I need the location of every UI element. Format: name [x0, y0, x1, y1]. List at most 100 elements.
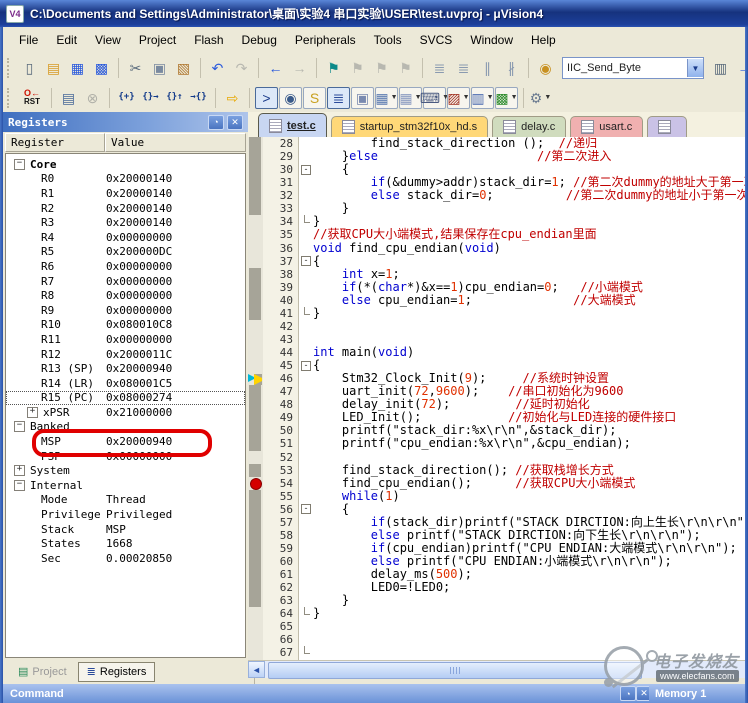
- value-column-label[interactable]: Value: [105, 133, 246, 152]
- save-all-button[interactable]: ▩: [90, 57, 113, 79]
- editor-tab-delay-c[interactable]: delay.c: [492, 116, 566, 137]
- find-in-files-button[interactable]: ◉: [534, 57, 557, 79]
- copy-button[interactable]: ▣: [148, 57, 171, 79]
- comment-button[interactable]: ∥: [476, 57, 499, 79]
- code-line-41[interactable]: 41}: [248, 307, 745, 320]
- code-line-33[interactable]: 33 }: [248, 202, 745, 215]
- scrollbar-thumb[interactable]: [268, 662, 642, 679]
- code-line-65[interactable]: 65: [248, 620, 745, 633]
- register-row-r10[interactable]: R100x080010C8: [6, 318, 245, 333]
- symbols-window-button[interactable]: S: [303, 87, 326, 109]
- register-row-r4[interactable]: R40x00000000: [6, 230, 245, 245]
- register-row-internal[interactable]: −Internal: [6, 478, 245, 493]
- tree-expander-icon[interactable]: −: [14, 480, 25, 491]
- register-row-r9[interactable]: R90x00000000: [6, 303, 245, 318]
- editor-tab-test-c[interactable]: test.c: [258, 113, 327, 137]
- menu-tools[interactable]: Tools: [366, 30, 410, 50]
- toolbar-grip[interactable]: [7, 88, 13, 108]
- navigate-back-button[interactable]: ←: [264, 57, 287, 79]
- menu-flash[interactable]: Flash: [186, 30, 231, 50]
- code-line-64[interactable]: 64}: [248, 607, 745, 620]
- code-line-40[interactable]: 40 else cpu_endian=1; //大端模式: [248, 294, 745, 307]
- menu-debug[interactable]: Debug: [234, 30, 285, 50]
- auto-hide-pin-icon[interactable]: ◔: [620, 686, 636, 701]
- register-row-banked[interactable]: −Banked: [6, 420, 245, 435]
- tree-expander-icon[interactable]: −: [14, 421, 25, 432]
- command-window-button[interactable]: >: [255, 87, 278, 109]
- register-row-r5[interactable]: R50x200000DC: [6, 245, 245, 260]
- current-statement-icon[interactable]: [248, 372, 263, 385]
- fold-marker[interactable]: [299, 163, 313, 176]
- run-to-cursor-button[interactable]: →{}: [187, 87, 210, 109]
- register-row-r14-lr-[interactable]: R14 (LR)0x080001C5: [6, 376, 245, 391]
- code-line-66[interactable]: 66: [248, 633, 745, 646]
- step-over-button[interactable]: {}→: [139, 87, 162, 109]
- breakpoint-icon[interactable]: [248, 477, 263, 490]
- undo-button[interactable]: ↶: [206, 57, 229, 79]
- menu-view[interactable]: View: [87, 30, 129, 50]
- register-row-r15-pc-[interactable]: R15 (PC)0x08000274: [6, 391, 245, 406]
- menu-peripherals[interactable]: Peripherals: [287, 30, 364, 50]
- code-line-63[interactable]: 63 }: [248, 594, 745, 607]
- register-row-r6[interactable]: R60x00000000: [6, 259, 245, 274]
- registers-window-button[interactable]: ≣: [327, 87, 350, 109]
- menu-window[interactable]: Window: [462, 30, 521, 50]
- register-row-xpsr[interactable]: +xPSR0x21000000: [6, 405, 245, 420]
- callstack-window-button[interactable]: ▣: [351, 87, 374, 109]
- serial-window-button[interactable]: ⌨▼: [423, 87, 446, 109]
- horizontal-scrollbar[interactable]: ◄: [248, 660, 745, 678]
- auto-hide-pin-icon[interactable]: ◔: [208, 115, 224, 130]
- register-row-privilege[interactable]: PrivilegePrivileged: [6, 507, 245, 522]
- editor-tab-partial[interactable]: [647, 116, 687, 137]
- command-window-titlebar[interactable]: Command ◔ ✕: [3, 684, 656, 703]
- editor-tab-usart-c[interactable]: usart.c: [570, 116, 643, 137]
- analysis-window-button[interactable]: ▨▼: [447, 87, 470, 109]
- step-out-button[interactable]: {}↑: [163, 87, 186, 109]
- reset-button[interactable]: O←RST: [18, 86, 46, 110]
- next-bookmark-button[interactable]: ⚑: [346, 57, 369, 79]
- register-row-r3[interactable]: R30x20000140: [6, 215, 245, 230]
- code-area[interactable]: 28 find_stack_direction (); //递归29 }else…: [248, 137, 745, 660]
- clear-bookmarks-button[interactable]: ⚑: [394, 57, 417, 79]
- insert-trace-button[interactable]: ▤: [57, 87, 80, 109]
- code-line-67[interactable]: 67: [248, 646, 745, 659]
- register-row-system[interactable]: +System: [6, 463, 245, 478]
- step-into-button[interactable]: {+}: [115, 87, 138, 109]
- editor-tab-startup-stm32f10x-hd-s[interactable]: startup_stm32f10x_hd.s: [331, 116, 488, 137]
- register-row-core[interactable]: −Core: [6, 157, 245, 172]
- scroll-left-icon[interactable]: ◄: [248, 661, 265, 678]
- cut-button[interactable]: ✂: [124, 57, 147, 79]
- find-button[interactable]: ▥: [709, 57, 732, 79]
- outdent-button[interactable]: ≣: [452, 57, 475, 79]
- close-icon[interactable]: ✕: [227, 115, 243, 130]
- tools-button[interactable]: ⚙▼: [529, 87, 552, 109]
- menu-svcs[interactable]: SVCS: [412, 30, 461, 50]
- fold-marker[interactable]: [299, 503, 313, 516]
- menu-edit[interactable]: Edit: [48, 30, 85, 50]
- prev-bookmark-button[interactable]: ⚑: [370, 57, 393, 79]
- register-column-label[interactable]: Register: [5, 133, 105, 152]
- chevron-down-icon[interactable]: ▼: [687, 59, 703, 77]
- register-row-r0[interactable]: R00x20000140: [6, 172, 245, 187]
- paste-button[interactable]: ▧: [172, 57, 195, 79]
- register-row-sec[interactable]: Sec0.00020850: [6, 551, 245, 566]
- code-line-36[interactable]: 36void find_cpu_endian(void): [248, 242, 745, 255]
- register-row-r7[interactable]: R70x00000000: [6, 274, 245, 289]
- register-row-mode[interactable]: ModeThread: [6, 493, 245, 508]
- register-row-r12[interactable]: R120x2000011C: [6, 347, 245, 362]
- tab-project[interactable]: ▤ Project: [9, 662, 76, 682]
- memory-window-button[interactable]: ▦▼: [399, 87, 422, 109]
- fold-marker[interactable]: [299, 255, 313, 268]
- open-folder-button[interactable]: ▤: [42, 57, 65, 79]
- tab-registers[interactable]: ≣ Registers: [78, 662, 156, 682]
- system-viewer-button[interactable]: ▩▼: [495, 87, 518, 109]
- toggle-bookmark-button[interactable]: ⚑: [322, 57, 345, 79]
- register-row-stack[interactable]: StackMSP: [6, 522, 245, 537]
- code-line-44[interactable]: 44int main(void): [248, 346, 745, 359]
- watch-window-button[interactable]: ▦▼: [375, 87, 398, 109]
- memory-window-titlebar[interactable]: Memory 1: [649, 684, 745, 703]
- register-row-r13-sp-[interactable]: R13 (SP)0x20000940: [6, 361, 245, 376]
- navigate-forward-button[interactable]: →: [288, 57, 311, 79]
- register-row-r8[interactable]: R80x00000000: [6, 288, 245, 303]
- fold-marker[interactable]: [299, 359, 313, 372]
